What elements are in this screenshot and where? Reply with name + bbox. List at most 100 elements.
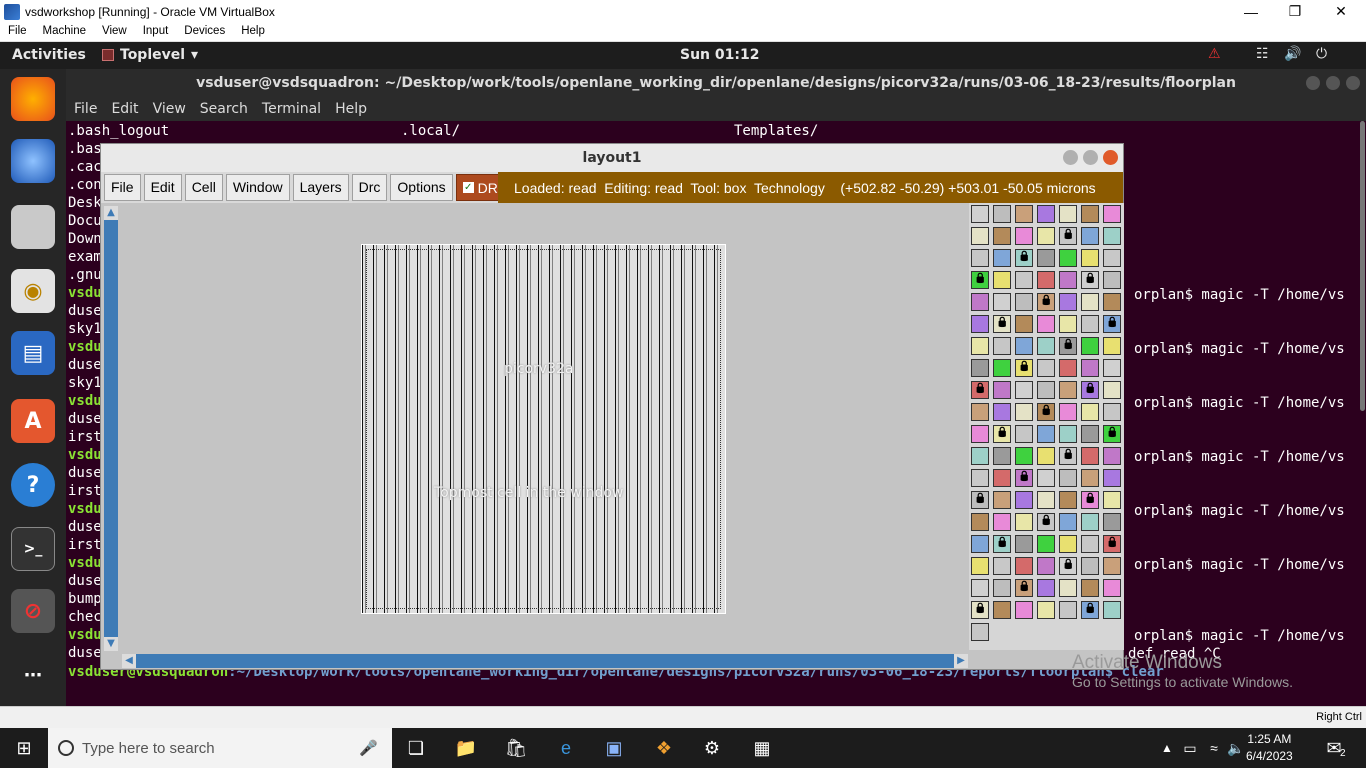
magic-menu-window[interactable]: Window — [225, 174, 290, 201]
layer-swatch[interactable] — [993, 403, 1011, 421]
terminal-icon[interactable]: >_ — [11, 527, 55, 571]
taskbar-search[interactable]: Type here to search 🎤 — [48, 728, 392, 768]
term-close-button[interactable] — [1346, 76, 1360, 90]
layer-swatch[interactable] — [1103, 601, 1121, 619]
app-menu[interactable]: Toplevel ▾ — [102, 47, 198, 63]
layer-swatch[interactable] — [971, 403, 989, 421]
layer-swatch[interactable] — [1037, 403, 1055, 421]
layer-swatch[interactable] — [1015, 557, 1033, 575]
scroll-left-icon[interactable]: ◀ — [122, 654, 136, 668]
layer-swatch[interactable] — [1103, 359, 1121, 377]
layer-swatch[interactable] — [1037, 249, 1055, 267]
layer-swatch[interactable] — [1103, 491, 1121, 509]
menu-view[interactable]: View — [94, 23, 135, 41]
file-explorer-icon[interactable]: 📁 — [454, 736, 478, 760]
layer-swatch[interactable] — [971, 359, 989, 377]
layer-swatch[interactable] — [971, 491, 989, 509]
layer-swatch[interactable] — [1059, 557, 1077, 575]
layer-swatch[interactable] — [1081, 403, 1099, 421]
scroll-right-icon[interactable]: ▶ — [954, 654, 968, 668]
layer-swatch[interactable] — [971, 447, 989, 465]
layer-swatch[interactable] — [1103, 337, 1121, 355]
chevron-up-icon[interactable]: ▲ — [1155, 736, 1179, 760]
layer-swatch[interactable] — [1015, 535, 1033, 553]
layer-swatch[interactable] — [993, 249, 1011, 267]
volume-icon[interactable]: 🔊 — [1284, 46, 1301, 62]
layer-swatch[interactable] — [993, 513, 1011, 531]
layer-swatch[interactable] — [1037, 513, 1055, 531]
writer-icon[interactable]: ▤ — [11, 331, 55, 375]
layer-swatch[interactable] — [1037, 337, 1055, 355]
top-clock[interactable]: Sun 01:12 — [680, 47, 759, 63]
layer-swatch[interactable] — [1059, 579, 1077, 597]
layer-swatch[interactable] — [1015, 315, 1033, 333]
layer-swatch[interactable] — [993, 535, 1011, 553]
layer-swatch[interactable] — [1037, 227, 1055, 245]
layer-swatch[interactable] — [1103, 381, 1121, 399]
layer-swatch[interactable] — [971, 293, 989, 311]
scroll-down-icon[interactable]: ▼ — [104, 637, 118, 651]
layer-swatch[interactable] — [1059, 469, 1077, 487]
layer-swatch[interactable] — [1059, 359, 1077, 377]
magic-menu-options[interactable]: Options — [390, 174, 453, 201]
layer-swatch[interactable] — [971, 271, 989, 289]
layer-swatch[interactable] — [1059, 601, 1077, 619]
layer-swatch[interactable] — [1103, 227, 1121, 245]
term-menu-search[interactable]: Search — [200, 101, 248, 117]
store-icon[interactable]: 🛍 — [504, 736, 528, 760]
layer-swatch[interactable] — [1037, 535, 1055, 553]
layer-swatch[interactable] — [1081, 293, 1099, 311]
layer-swatch[interactable] — [971, 381, 989, 399]
layer-swatch[interactable] — [993, 359, 1011, 377]
layer-swatch[interactable] — [1015, 271, 1033, 289]
layer-swatch[interactable] — [1081, 359, 1099, 377]
menu-input[interactable]: Input — [135, 23, 177, 41]
layer-swatch[interactable] — [1015, 469, 1033, 487]
layer-swatch[interactable] — [1015, 249, 1033, 267]
layer-swatch[interactable] — [1037, 601, 1055, 619]
layer-swatch[interactable] — [1015, 293, 1033, 311]
layer-swatch[interactable] — [971, 513, 989, 531]
layer-swatch[interactable] — [1059, 535, 1077, 553]
layer-swatch[interactable] — [1037, 359, 1055, 377]
layer-swatch[interactable] — [993, 337, 1011, 355]
speaker-icon[interactable]: 🔈 — [1224, 736, 1248, 760]
menu-machine[interactable]: Machine — [35, 23, 94, 41]
layer-swatch[interactable] — [971, 227, 989, 245]
layer-swatch[interactable] — [1103, 513, 1121, 531]
layer-swatch[interactable] — [1081, 513, 1099, 531]
layer-swatch[interactable] — [1081, 601, 1099, 619]
magic-menu-drc[interactable]: Drc — [351, 174, 388, 201]
layer-swatch[interactable] — [993, 381, 1011, 399]
scroll-up-icon[interactable]: ▲ — [104, 206, 118, 220]
layer-swatch[interactable] — [1037, 271, 1055, 289]
power-icon[interactable]: ⏻ — [1316, 46, 1327, 62]
layer-swatch[interactable] — [993, 315, 1011, 333]
term-menu-view[interactable]: View — [153, 101, 186, 117]
menu-help[interactable]: Help — [233, 23, 273, 41]
layer-swatch[interactable] — [993, 601, 1011, 619]
menu-devices[interactable]: Devices — [176, 23, 233, 41]
layer-swatch[interactable] — [971, 601, 989, 619]
layer-swatch[interactable] — [993, 271, 1011, 289]
term-minimize-button[interactable] — [1306, 76, 1320, 90]
term-maximize-button[interactable] — [1326, 76, 1340, 90]
help-icon[interactable]: ? — [11, 463, 55, 507]
task-view-icon[interactable]: ❏ — [404, 736, 428, 760]
layer-swatch[interactable] — [1015, 205, 1033, 223]
layer-swatch[interactable] — [1059, 513, 1077, 531]
firefox-icon[interactable] — [11, 77, 55, 121]
layer-swatch[interactable] — [1103, 535, 1121, 553]
taskbar-clock[interactable]: 1:25 AM 6/4/2023 — [1246, 731, 1293, 765]
layer-swatch[interactable] — [1037, 381, 1055, 399]
calculator-icon[interactable]: ▦ — [750, 736, 774, 760]
term-menu-terminal[interactable]: Terminal — [262, 101, 321, 117]
layer-swatch[interactable] — [1103, 447, 1121, 465]
microphone-icon[interactable]: 🎤 — [359, 739, 378, 757]
layer-swatch[interactable] — [971, 337, 989, 355]
term-menu-file[interactable]: File — [74, 101, 97, 117]
layer-swatch[interactable] — [1059, 403, 1077, 421]
horizontal-scrollbar[interactable]: ◀ ▶ — [122, 654, 968, 668]
close-button[interactable]: ✕ — [1318, 0, 1364, 23]
layer-swatch[interactable] — [971, 535, 989, 553]
